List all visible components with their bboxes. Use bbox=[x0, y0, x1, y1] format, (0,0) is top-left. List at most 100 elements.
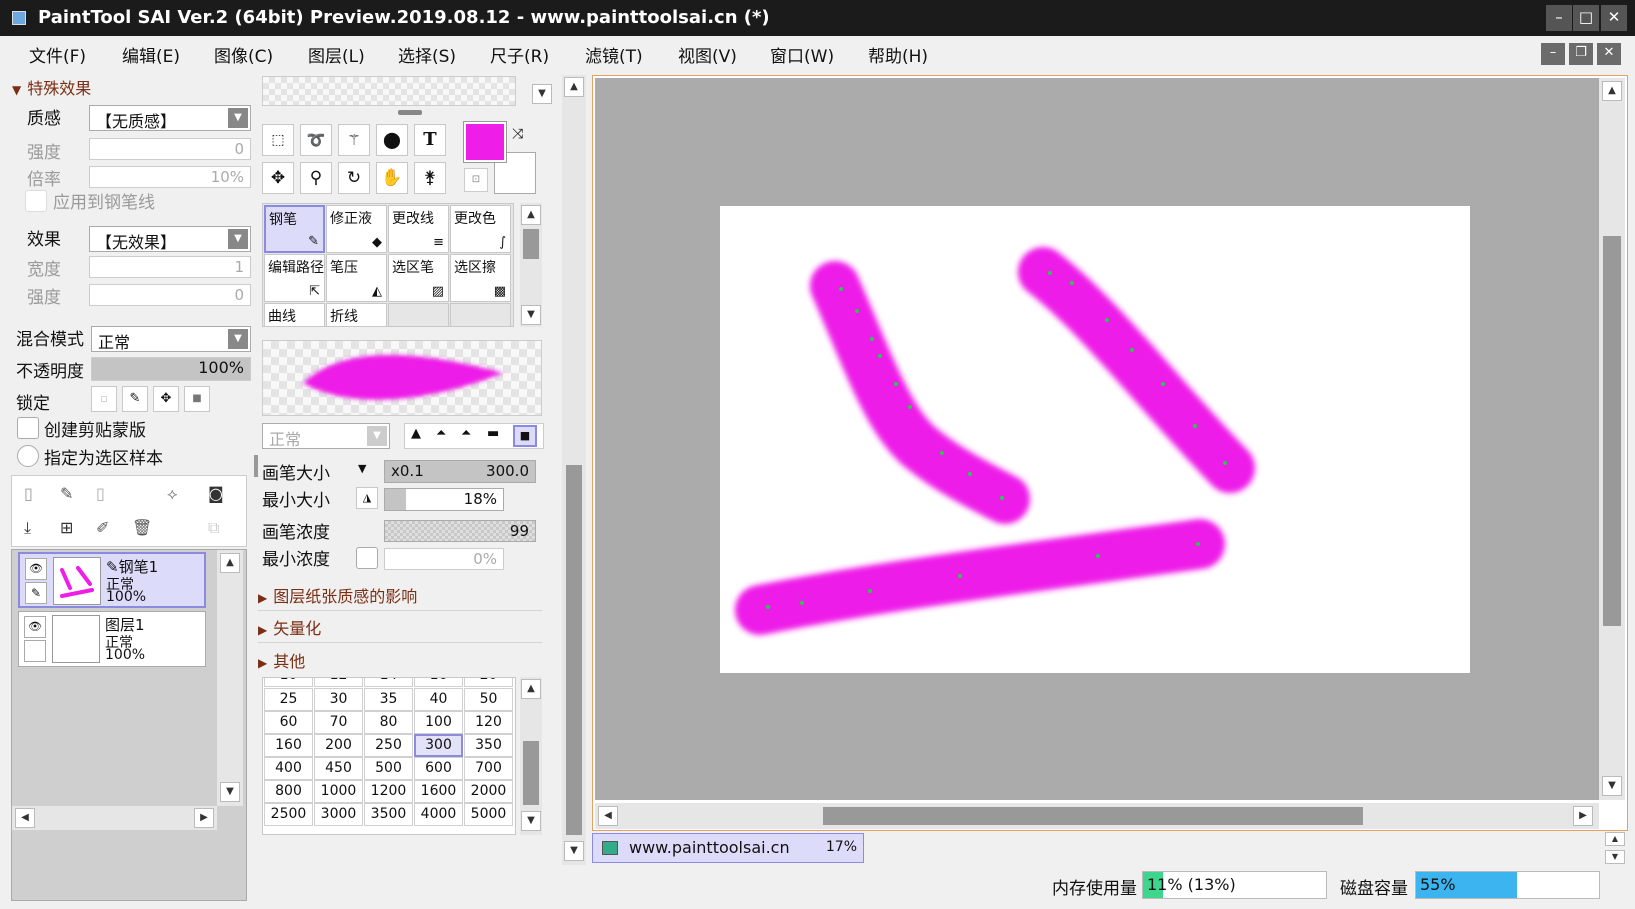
menu-help[interactable]: 帮助(H) bbox=[868, 42, 928, 67]
scroll-left-icon[interactable]: ◀ bbox=[598, 806, 618, 826]
mdi-restore-icon[interactable]: ❐ bbox=[1569, 43, 1593, 65]
pressure-toggle-icon[interactable]: ◮ bbox=[356, 487, 378, 509]
size-preset[interactable]: 40 bbox=[414, 688, 463, 711]
new-folder-icon[interactable]: ▯ bbox=[96, 484, 105, 503]
section-paper-texture[interactable]: ▶ 图层纸张质感的影响 bbox=[258, 583, 542, 611]
size-preset[interactable]: 60 bbox=[264, 711, 313, 734]
grip-bar[interactable] bbox=[398, 110, 422, 115]
size-preset[interactable]: 500 bbox=[364, 757, 413, 780]
zoom-tool[interactable]: ⚲ bbox=[300, 162, 332, 194]
visibility-eye-icon[interactable]: 👁 bbox=[25, 558, 47, 580]
scroll-up-icon[interactable]: ▲ bbox=[564, 77, 584, 97]
menu-image[interactable]: 图像(C) bbox=[214, 42, 273, 67]
scroll-thumb[interactable] bbox=[1603, 236, 1621, 626]
layer-item-layer1[interactable]: 👁 图层1 正常 100% bbox=[18, 611, 206, 667]
min-density-slider[interactable]: 0% bbox=[384, 548, 504, 570]
scroll-right-icon[interactable]: ▶ bbox=[1573, 806, 1593, 826]
size-preset[interactable]: 1000 bbox=[314, 780, 363, 803]
canvas-hscroll[interactable]: ◀ ▶ bbox=[595, 803, 1599, 829]
tool-cell-3[interactable]: 更改线 ≡ bbox=[388, 205, 449, 253]
primary-color-swatch[interactable] bbox=[464, 122, 506, 162]
menu-select[interactable]: 选择(S) bbox=[398, 42, 456, 67]
scroll-left-icon[interactable]: ◀ bbox=[15, 808, 35, 828]
scroll-up-icon[interactable]: ▲ bbox=[521, 205, 541, 225]
panel-vscroll[interactable]: ▲ ▼ bbox=[562, 75, 586, 865]
brush-shape-4-icon[interactable]: ▬ bbox=[487, 426, 499, 441]
size-preset[interactable]: 10 bbox=[264, 678, 313, 687]
size-preset[interactable]: 160 bbox=[264, 734, 313, 757]
size-preset[interactable]: 2000 bbox=[464, 780, 513, 803]
scroll-thumb[interactable] bbox=[823, 807, 1363, 825]
strength-slider[interactable]: 0 bbox=[89, 138, 251, 160]
brush-mode-select[interactable]: 正常 ▼ bbox=[262, 423, 390, 449]
size-preset[interactable]: 80 bbox=[364, 711, 413, 734]
tool-cell-8[interactable]: 选区擦 ▩ bbox=[450, 254, 511, 302]
canvas-document[interactable] bbox=[720, 206, 1470, 673]
brush-shape-1-icon[interactable]: ▲ bbox=[411, 426, 421, 441]
clear-layer-icon[interactable]: ✐ bbox=[96, 518, 109, 537]
scroll-up-icon[interactable]: ▲ bbox=[220, 553, 240, 573]
scroll-down-icon[interactable]: ▼ bbox=[564, 841, 584, 861]
scroll-thumb[interactable] bbox=[566, 465, 582, 835]
tool-cell-12[interactable] bbox=[450, 303, 511, 327]
scroll-down-icon[interactable]: ▼ bbox=[521, 305, 541, 325]
layer-mask-icon[interactable]: ◙ bbox=[208, 484, 224, 503]
brush-shape-3-icon[interactable]: ⏶ bbox=[461, 426, 471, 441]
size-preset[interactable]: 2500 bbox=[264, 803, 313, 826]
scroll-thumb[interactable] bbox=[523, 741, 539, 805]
size-preset[interactable]: 700 bbox=[464, 757, 513, 780]
minimize-icon[interactable]: – bbox=[1546, 5, 1572, 31]
tool-cell-1[interactable]: 钢笔 ✎ bbox=[264, 205, 325, 253]
size-preset[interactable]: 50 bbox=[464, 688, 513, 711]
size-preset[interactable]: 5000 bbox=[464, 803, 513, 826]
size-preset[interactable]: 350 bbox=[464, 734, 513, 757]
scroll-up-icon[interactable]: ▲ bbox=[521, 679, 541, 699]
tool-cell-4[interactable]: 更改色 ∫ bbox=[450, 205, 511, 253]
lock-all-icon[interactable]: ■ bbox=[184, 386, 210, 412]
layer-effect-icon[interactable]: ⟡ bbox=[167, 484, 178, 504]
maximize-icon[interactable]: □ bbox=[1573, 5, 1599, 31]
size-preset[interactable]: 800 bbox=[264, 780, 313, 803]
size-preset[interactable]: 25 bbox=[264, 688, 313, 711]
close-icon[interactable]: ✕ bbox=[1601, 5, 1627, 31]
size-preset[interactable]: 250 bbox=[364, 734, 413, 757]
mdi-minimize-icon[interactable]: – bbox=[1541, 43, 1565, 65]
rect-select-tool[interactable]: ⬚ bbox=[262, 124, 294, 156]
menu-filter[interactable]: 滤镜(T) bbox=[585, 42, 643, 67]
scroll-up-icon[interactable]: ▲ bbox=[1605, 832, 1625, 846]
visibility-eye-icon[interactable]: 👁 bbox=[24, 616, 46, 638]
brush-size-slider[interactable]: x0.1 300.0 bbox=[384, 460, 536, 483]
tool-cell-2[interactable]: 修正液 ◆ bbox=[326, 205, 387, 253]
layer-extra-icon[interactable]: ⧉ bbox=[208, 518, 219, 538]
size-preset-scroll[interactable]: ▲ ▼ bbox=[520, 677, 542, 835]
lasso-tool[interactable]: ➰ bbox=[300, 124, 332, 156]
new-layer-icon[interactable]: ▯ bbox=[24, 484, 33, 503]
text-tool[interactable]: T bbox=[414, 124, 446, 156]
menu-ruler[interactable]: 尺子(R) bbox=[490, 42, 549, 67]
size-preset[interactable]: 12 bbox=[314, 678, 363, 687]
layer-item-pen1[interactable]: 👁 ✎ ✎钢笔1 正常 100% bbox=[18, 552, 206, 608]
merge-down-icon[interactable]: ⤓ bbox=[24, 518, 31, 538]
layer-list-vscroll[interactable]: ▲ ▼ bbox=[217, 550, 243, 806]
tool-cell-7[interactable]: 选区笔 ▨ bbox=[388, 254, 449, 302]
scroll-down-icon[interactable]: ▼ bbox=[521, 811, 541, 831]
brush-shape-2-icon[interactable]: ⏶ bbox=[436, 426, 446, 441]
size-preset[interactable]: 120 bbox=[464, 711, 513, 734]
scroll-up-icon[interactable]: ▲ bbox=[1602, 81, 1622, 101]
tool-grid-scroll[interactable]: ▲ ▼ bbox=[520, 203, 542, 327]
lock-transparency-icon[interactable]: ▫ bbox=[91, 386, 117, 412]
hand-tool[interactable]: ✋ bbox=[376, 162, 408, 194]
tool-cell-11[interactable] bbox=[388, 303, 449, 327]
min-size-slider[interactable]: 18% bbox=[384, 488, 504, 511]
min-density-checkbox[interactable] bbox=[356, 547, 378, 569]
scroll-right-icon[interactable]: ▶ bbox=[194, 808, 214, 828]
move-tool[interactable]: ✥ bbox=[262, 162, 294, 194]
section-vectorize[interactable]: ▶ 矢量化 bbox=[258, 615, 542, 643]
layer-list-hscroll[interactable]: ◀ ▶ bbox=[12, 806, 217, 830]
tab-strip-scroll[interactable]: ▲ ▼ bbox=[1605, 832, 1627, 872]
size-preset[interactable]: 400 bbox=[264, 757, 313, 780]
section-other[interactable]: ▶ 其他 bbox=[258, 648, 542, 674]
tool-cell-6[interactable]: 笔压 ◭ bbox=[326, 254, 387, 302]
brush-size-dropdown-icon[interactable]: ▼ bbox=[358, 462, 366, 475]
menu-layer[interactable]: 图层(L) bbox=[308, 42, 365, 67]
